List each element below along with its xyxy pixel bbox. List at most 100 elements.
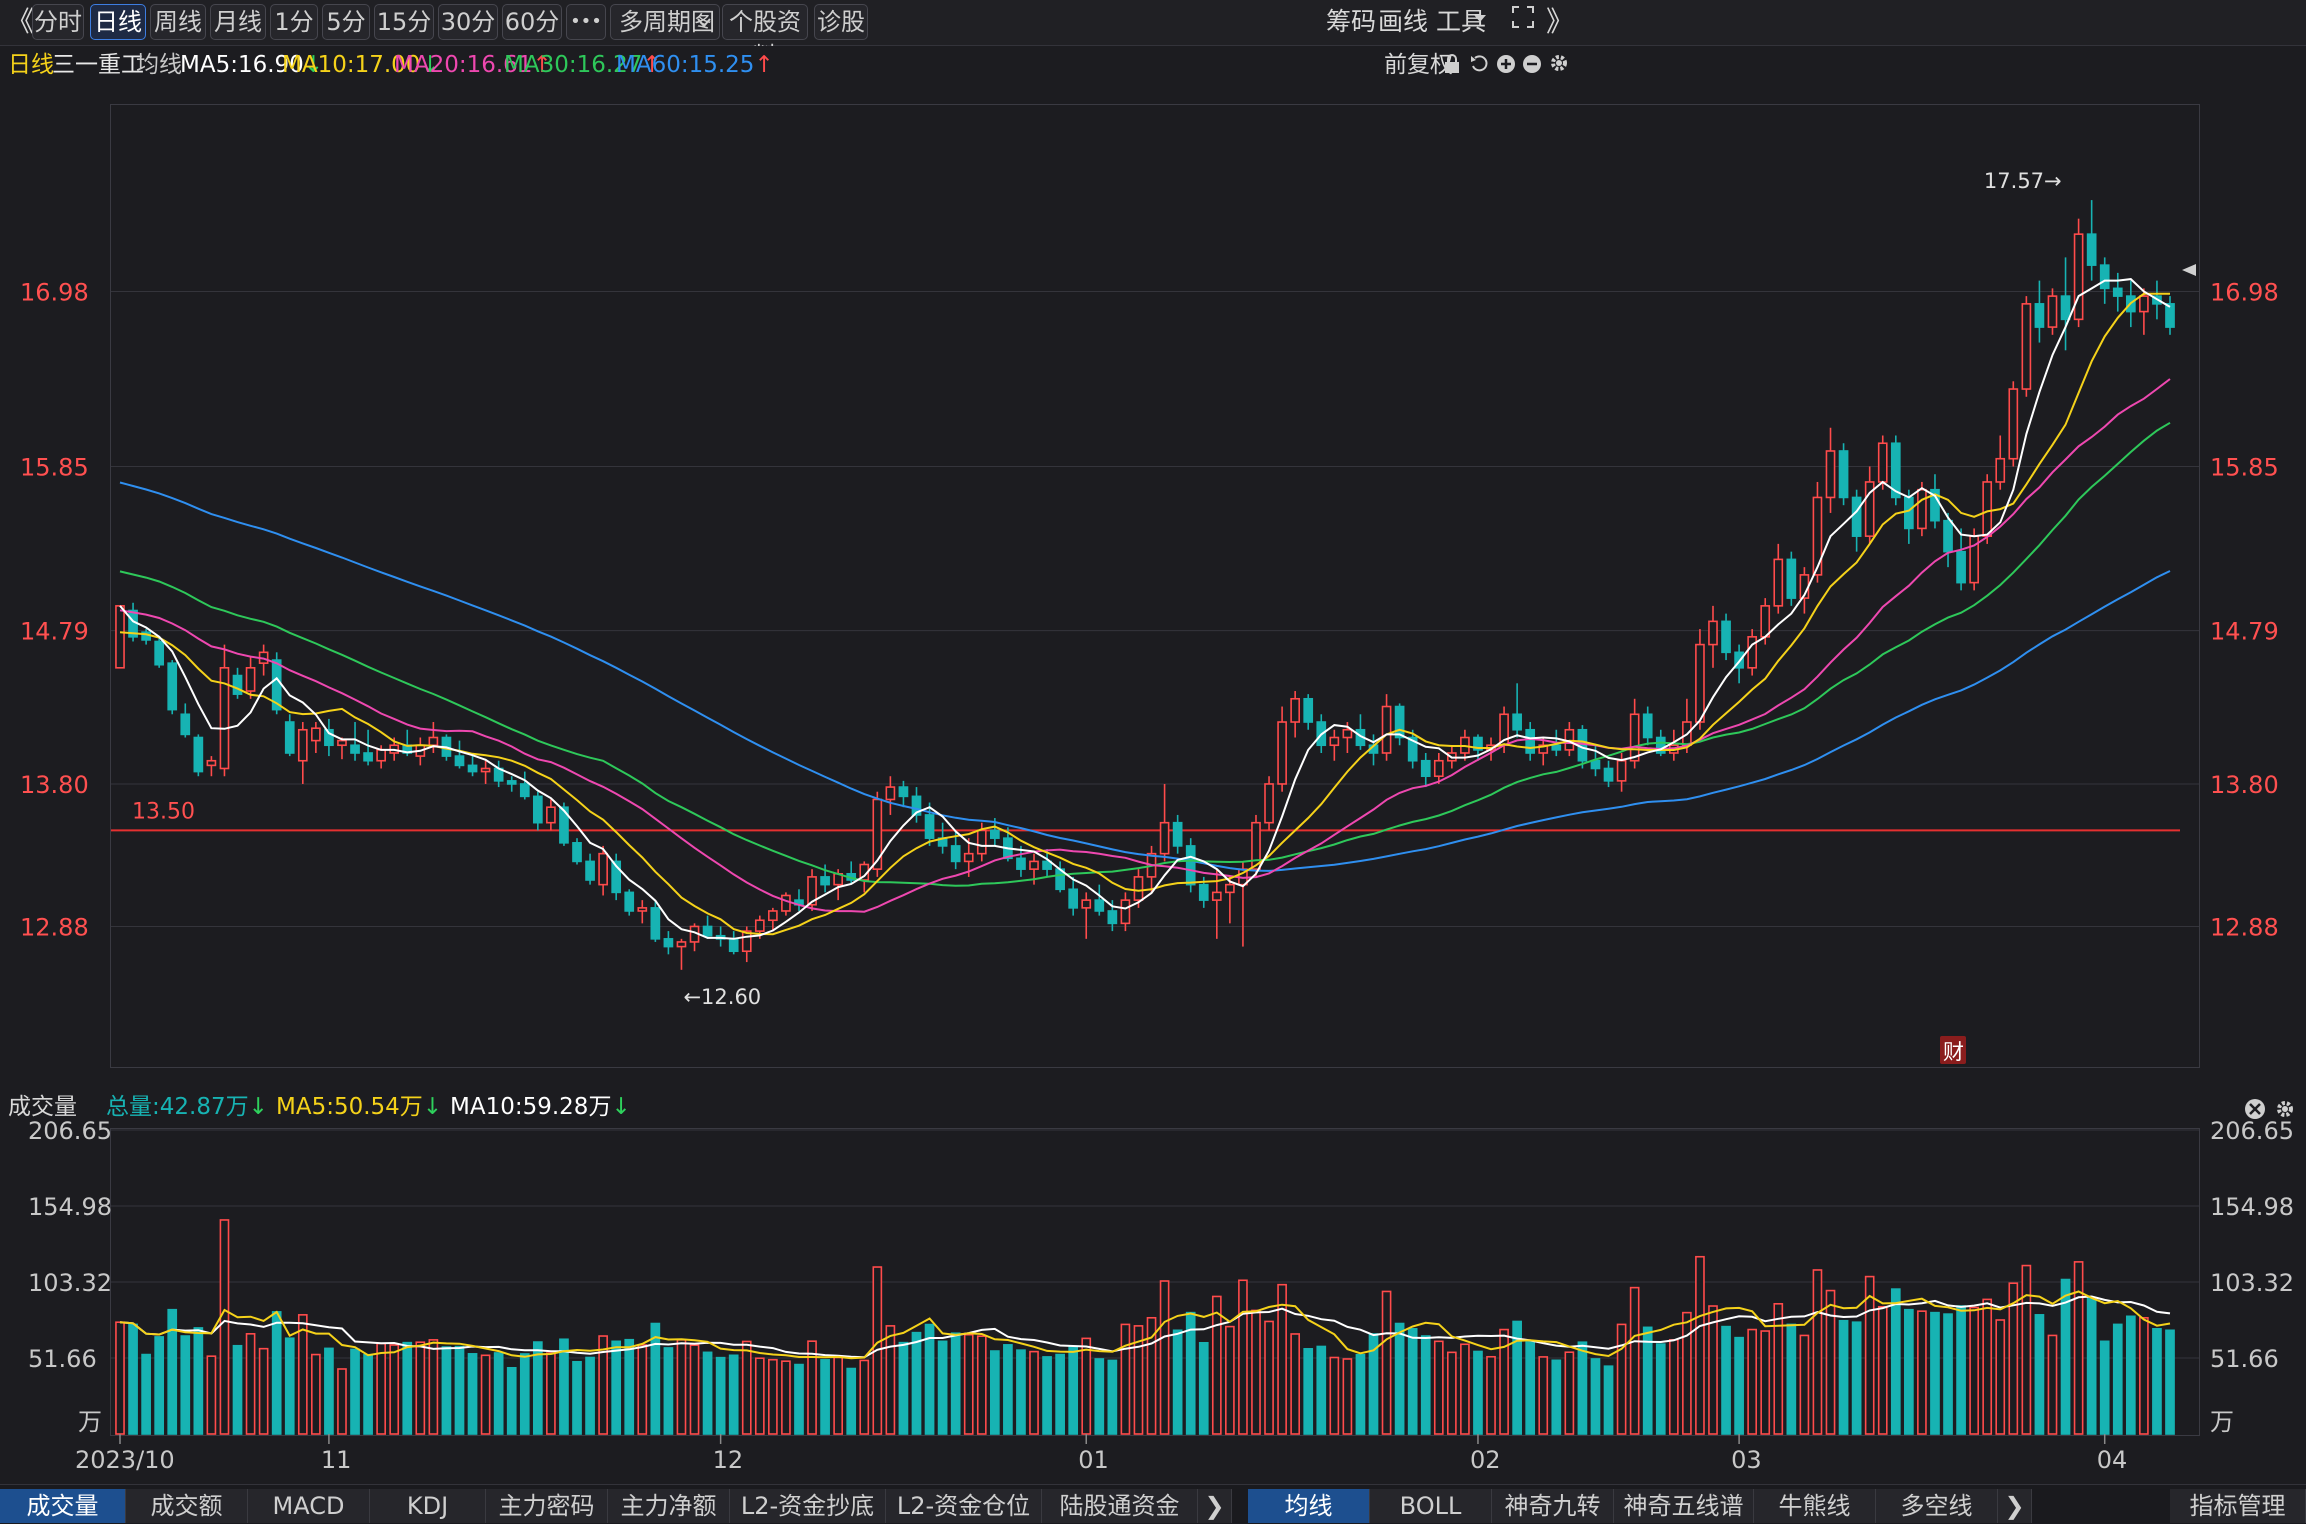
tabs-scroll-right-icon[interactable]: ❯	[1198, 1489, 1232, 1523]
finance-marker-label: 财	[1943, 1040, 1964, 1064]
candle-body	[754, 919, 765, 932]
candle-body	[311, 727, 321, 742]
volume-bar	[1264, 1320, 1274, 1435]
volume-bar	[1329, 1356, 1340, 1435]
volume-bar	[820, 1359, 830, 1435]
volume-bar	[1773, 1303, 1784, 1435]
candle-body	[820, 876, 830, 886]
candle-body	[115, 605, 125, 669]
tab-l2-position[interactable]: L2-资金仓位	[886, 1489, 1042, 1523]
volume-bar	[219, 1219, 230, 1435]
tab-turnover[interactable]: 成交额	[126, 1489, 248, 1523]
volume-bar	[1394, 1322, 1405, 1435]
volume-tick-label-left: 103.32	[28, 1269, 112, 1297]
tabs-right-scroll-icon[interactable]: ❯	[1998, 1489, 2032, 1523]
volume-bar	[1107, 1359, 1118, 1435]
price-tick-label-left: 14.79	[20, 618, 89, 646]
candle-body	[1904, 496, 1914, 530]
price-tick-label-right: 16.98	[2210, 278, 2279, 306]
volume-bar	[1068, 1345, 1079, 1435]
volume-bar	[950, 1332, 961, 1435]
price-tick-label-right: 15.85	[2210, 453, 2279, 481]
volume-bar	[1890, 1288, 1901, 1435]
candle-body	[1433, 759, 1444, 778]
candle-body	[1185, 845, 1196, 886]
volume-bar	[2152, 1328, 2162, 1435]
candle-body	[454, 755, 465, 767]
volume-bar	[311, 1353, 321, 1435]
candle-body	[1917, 488, 1927, 530]
candle-body	[1303, 697, 1314, 723]
volume-bar	[180, 1335, 191, 1435]
indicator-manage-button[interactable]: 指标管理	[2170, 1489, 2306, 1523]
tab-boll[interactable]: BOLL	[1370, 1489, 1492, 1523]
candlestick-chart[interactable]: 12.88 12.88 13.80 13.80 14.79 14.79 15.85 15.85…	[0, 0, 2306, 1090]
candle-body	[976, 829, 987, 855]
candle-body	[1277, 721, 1287, 785]
low-price-annotation: ←12.60	[683, 985, 761, 1009]
candle-body	[506, 780, 517, 785]
candle-body	[546, 806, 556, 824]
tab-bull-bear[interactable]: 牛熊线	[1754, 1489, 1876, 1523]
candle-body	[885, 786, 896, 801]
candle-body	[1577, 728, 1588, 762]
candle-body	[585, 860, 595, 881]
tab-main-force-code[interactable]: 主力密码	[486, 1489, 608, 1523]
volume-bar	[1342, 1358, 1353, 1435]
volume-bar	[519, 1353, 530, 1435]
candle-body	[1081, 899, 1092, 909]
high-price-annotation: 17.57→	[1984, 169, 2062, 193]
volume-bar	[1446, 1351, 1457, 1435]
volume-bar	[1864, 1275, 1875, 1435]
candle-body	[167, 662, 178, 711]
volume-bar	[1590, 1358, 1601, 1435]
volume-bar	[637, 1344, 648, 1435]
tab-ma[interactable]: 均线	[1248, 1489, 1370, 1523]
tab-long-short[interactable]: 多空线	[1876, 1489, 1998, 1523]
volume-bar	[2112, 1323, 2123, 1435]
volume-bar	[506, 1367, 517, 1435]
candle-body	[1381, 705, 1392, 754]
tab-volume[interactable]: 成交量	[0, 1489, 126, 1523]
volume-bar	[1420, 1335, 1431, 1435]
tab-main-force-net[interactable]: 主力净额	[608, 1489, 730, 1523]
candle-body	[1812, 496, 1823, 576]
tab-l2-bottom[interactable]: L2-资金抄底	[730, 1489, 886, 1523]
candle-body	[1642, 713, 1653, 739]
volume-bar	[1760, 1330, 1771, 1435]
candle-body	[1159, 821, 1170, 855]
volume-bar	[754, 1357, 765, 1435]
volume-bar	[415, 1341, 426, 1435]
candle-body	[1943, 519, 1953, 553]
candle-body	[1342, 728, 1353, 739]
volume-bar	[454, 1345, 465, 1435]
tab-hk-connect[interactable]: 陆股通资金	[1042, 1489, 1198, 1523]
candle-body	[1512, 713, 1522, 731]
volume-bar	[1577, 1341, 1588, 1435]
volume-bar	[1825, 1289, 1836, 1435]
volume-bar	[1211, 1295, 1222, 1435]
volume-bar	[1473, 1350, 1483, 1435]
volume-tick-label-right: 103.32	[2210, 1269, 2294, 1297]
volume-bar	[2021, 1264, 2032, 1435]
tab-magic-five[interactable]: 神奇五线谱	[1614, 1489, 1754, 1523]
volume-bar	[493, 1352, 504, 1435]
candle-body	[1721, 620, 1731, 654]
volume-bar	[728, 1354, 739, 1435]
tab-kdj[interactable]: KDJ	[370, 1489, 486, 1523]
volume-bar	[376, 1342, 386, 1435]
candle-body	[950, 845, 961, 863]
candle-body	[1551, 744, 1562, 751]
volume-unit-label-left: 万	[78, 1408, 102, 1436]
volume-chart[interactable]: 51.66 51.66 103.32 103.32 154.98 154.98 206.65…	[0, 1100, 2306, 1484]
tab-magic-nine[interactable]: 神奇九转	[1492, 1489, 1614, 1523]
tab-macd[interactable]: MACD	[248, 1489, 370, 1523]
volume-bar	[141, 1353, 151, 1435]
candle-body	[1264, 783, 1274, 824]
candle-body	[1603, 767, 1614, 782]
volume-bar	[1042, 1356, 1052, 1435]
candle-body	[376, 749, 386, 762]
indicator-tabs: 成交量 成交额 MACD KDJ 主力密码 主力净额 L2-资金抄底 L2-资金…	[0, 1484, 2306, 1524]
kline-app: 《 分时 日线 周线 月线 1分 5分 15分 30分 60分 ••• 多周期图…	[0, 0, 2306, 1524]
current-price-marker-icon	[2182, 264, 2196, 276]
